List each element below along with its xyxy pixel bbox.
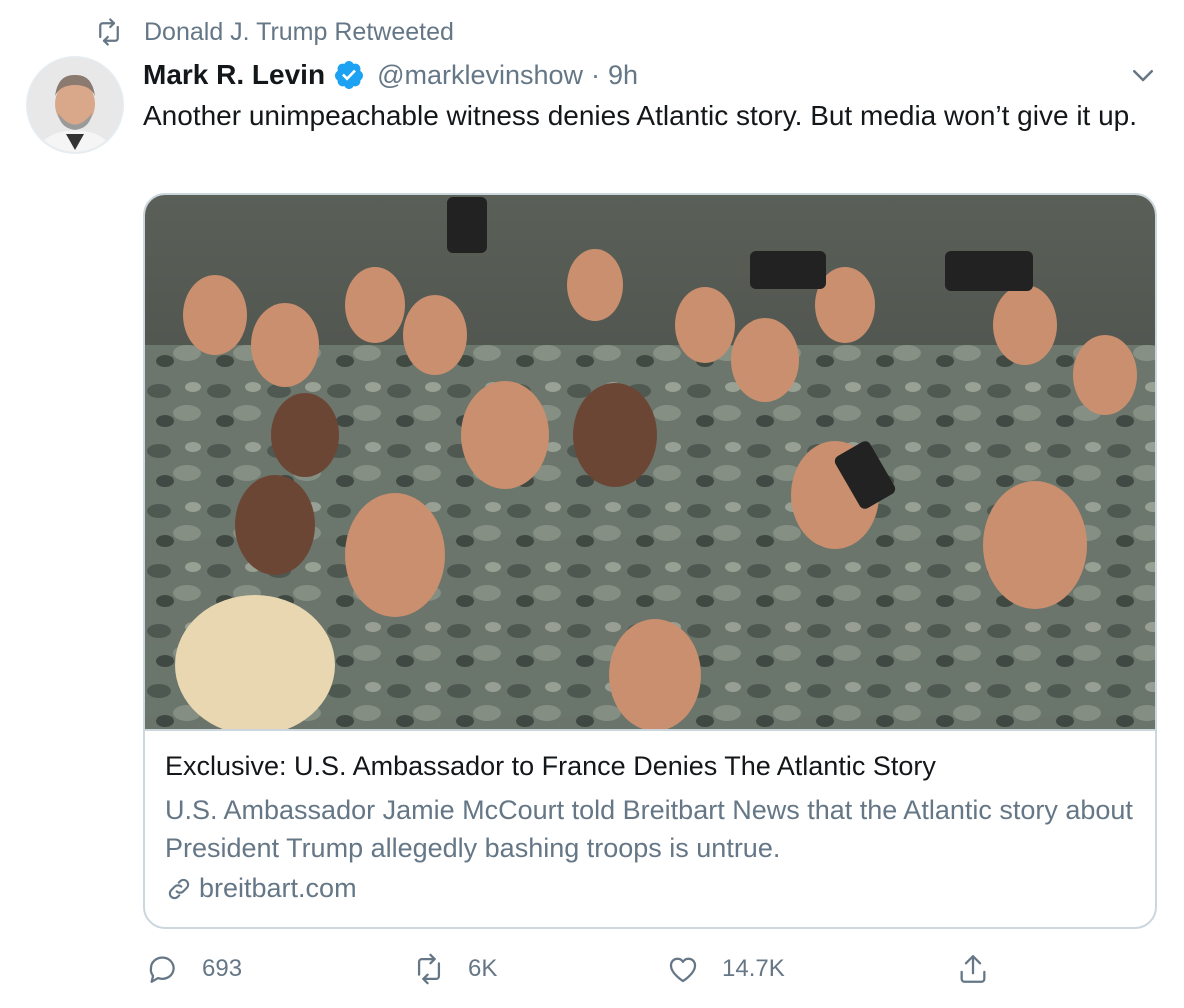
verified-badge-icon [335,61,364,89]
tweet-text: Another unimpeachable witness denies Atl… [143,100,1138,131]
card-body: Exclusive: U.S. Ambassador to France Den… [145,729,1155,927]
link-icon [168,878,190,899]
chevron-down-icon[interactable] [1128,60,1158,90]
tweet-header: Mark R. Levin @marklevinshow · 9h [143,56,638,94]
action-bar: 693 6K 14.7K [0,952,1184,992]
reply-count: 693 [202,955,243,982]
card-description: U.S. Ambassador Jamie McCourt told Breit… [165,795,1133,863]
like-count: 14.7K [722,955,785,982]
avatar[interactable] [26,56,124,154]
share-icon [960,955,986,983]
card-domain: breitbart.com [199,873,357,903]
retweet-banner: Donald J. Trump Retweeted [94,14,454,50]
heart-icon [669,957,697,983]
card-link: breitbart.com [165,873,357,904]
share-button[interactable] [956,952,990,986]
card-title: Exclusive: U.S. Ambassador to France Den… [165,751,936,781]
retweet-icon [417,953,441,985]
like-button[interactable]: 14.7K [666,952,785,986]
tweet-timestamp[interactable]: 9h [608,60,638,91]
author-handle[interactable]: @marklevinshow [377,60,583,91]
link-card[interactable]: Exclusive: U.S. Ambassador to France Den… [143,193,1157,929]
author-name[interactable]: Mark R. Levin [143,59,325,91]
retweet-banner-text[interactable]: Donald J. Trump Retweeted [144,18,454,47]
reply-icon [149,956,175,983]
card-image [145,195,1155,729]
retweet-icon [99,18,119,46]
reply-button[interactable]: 693 [146,952,242,986]
retweet-button[interactable]: 6K [412,952,497,986]
retweet-count: 6K [468,955,498,982]
separator-dot: · [591,59,601,90]
